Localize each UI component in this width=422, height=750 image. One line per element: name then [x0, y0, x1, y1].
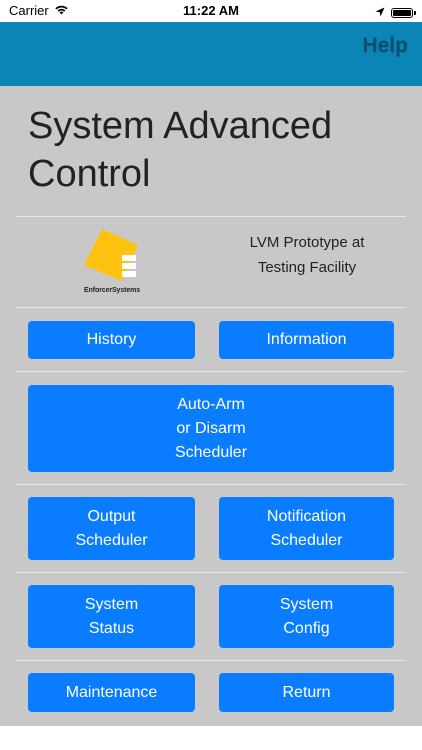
system-status-button[interactable]: System Status — [28, 585, 195, 648]
system-config-button[interactable]: System Config — [219, 585, 394, 648]
location-arrow-icon — [375, 4, 385, 22]
help-button[interactable]: Help — [362, 34, 408, 58]
system-status-button-label: System Status — [84, 595, 139, 637]
history-button[interactable]: History — [28, 321, 195, 359]
main-content: System Advanced Control EnforcerSystems … — [0, 86, 422, 726]
output-scheduler-button-label: Output Scheduler — [75, 507, 148, 549]
status-right — [375, 4, 416, 22]
divider — [16, 371, 406, 372]
information-button[interactable]: Information — [219, 321, 394, 359]
notification-scheduler-button-label: Notification Scheduler — [266, 507, 347, 549]
output-scheduler-button[interactable]: Output Scheduler — [28, 497, 195, 560]
divider — [16, 307, 406, 308]
facility-label: LVM Prototype at Testing Facility — [226, 230, 388, 280]
page-title: System Advanced Control — [28, 105, 333, 195]
status-bar: Carrier 11:22 AM — [0, 0, 422, 22]
return-button-label: Return — [282, 683, 331, 701]
auto-arm-scheduler-button-label: Auto-Arm or Disarm Scheduler — [174, 395, 248, 461]
maintenance-button[interactable]: Maintenance — [28, 673, 195, 712]
facility-text: LVM Prototype at Testing Facility — [249, 234, 365, 276]
information-button-label: Information — [266, 331, 347, 348]
battery-icon — [391, 8, 416, 18]
status-time: 11:22 AM — [183, 3, 239, 18]
divider — [16, 216, 406, 217]
divider — [16, 660, 406, 661]
history-button-label: History — [86, 331, 137, 348]
return-button[interactable]: Return — [219, 673, 394, 712]
logo-text: EnforcerSystems — [84, 287, 141, 294]
notification-scheduler-button[interactable]: Notification Scheduler — [219, 497, 394, 560]
divider — [16, 572, 406, 573]
auto-arm-scheduler-button[interactable]: Auto-Arm or Disarm Scheduler — [28, 385, 394, 472]
divider — [16, 484, 406, 485]
maintenance-button-label: Maintenance — [65, 683, 158, 701]
system-config-button-label: System Config — [279, 595, 334, 637]
navigation-bar: Help — [0, 22, 422, 86]
bottom-safe-area — [0, 726, 422, 750]
